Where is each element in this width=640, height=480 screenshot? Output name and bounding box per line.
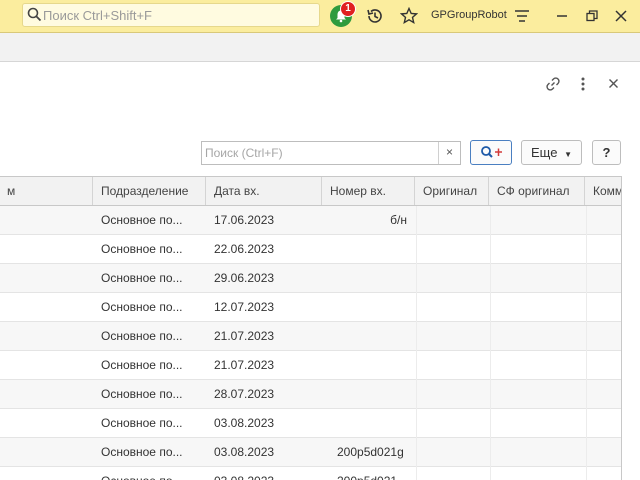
table-row[interactable]: Основное по... 03.08.2023 [0, 409, 621, 438]
star-icon[interactable] [400, 7, 418, 25]
notifications-badge: 1 [340, 1, 356, 17]
cell-number: б/н [390, 213, 407, 227]
cell-date: 29.06.2023 [214, 271, 275, 285]
table-row[interactable]: Основное по... 21.07.2023 [0, 322, 621, 351]
help-button[interactable]: ? [592, 140, 621, 165]
form-close-icon[interactable] [607, 77, 620, 90]
cell-number [323, 264, 407, 292]
cell-number [323, 409, 407, 437]
find-icon [481, 146, 502, 158]
cell-date: 21.07.2023 [214, 329, 275, 343]
cell-date: 22.06.2023 [214, 242, 275, 256]
find-button[interactable] [470, 140, 512, 165]
table-row[interactable]: Основное по... 21.07.2023 [0, 351, 621, 380]
table-row[interactable]: Основное по... 22.06.2023 [0, 235, 621, 264]
table-header: м Подразделение Дата вх. Номер вх. Ориги… [0, 176, 621, 206]
more-button-label: Еще [531, 145, 558, 160]
close-icon[interactable] [614, 9, 628, 23]
cell-date: 28.07.2023 [214, 387, 275, 401]
cell-division: Основное по... [101, 387, 183, 401]
cell-date: 21.07.2023 [214, 358, 275, 372]
cell-division: Основное по... [101, 300, 183, 314]
link-icon[interactable] [545, 76, 561, 92]
column-header[interactable]: м [0, 177, 93, 205]
table-row[interactable]: Основное по... 12.07.2023 [0, 293, 621, 322]
app-topbar: 1 GPGroupRobot [0, 0, 640, 33]
column-divider [586, 206, 587, 480]
list-search[interactable]: × [201, 141, 461, 165]
cell-date: 03.08.2023 [214, 467, 314, 480]
cell-number: 200p5d021g [337, 445, 404, 459]
table-row[interactable]: Основное по... 03.08.2023 200p5d021g [0, 438, 621, 467]
cell-date: 17.06.2023 [214, 213, 275, 227]
cell-date: 03.08.2023 [214, 416, 275, 430]
cell-number [323, 380, 407, 408]
list-search-input[interactable] [205, 144, 435, 162]
cell-division: Основное по... [101, 445, 183, 459]
column-header-original[interactable]: Оригинал [416, 177, 489, 205]
minimize-icon[interactable] [555, 9, 569, 23]
cell-division: Основное по... [101, 242, 183, 256]
column-divider [490, 206, 491, 480]
cell-division: Основное по... [101, 329, 183, 343]
table-row[interactable]: Основное по... 03.08.2023 200p5d021 [0, 467, 621, 480]
global-search-input[interactable] [43, 5, 313, 25]
cell-number [323, 235, 407, 263]
cell-number [323, 322, 407, 350]
user-name[interactable]: GPGroupRobot [431, 9, 507, 21]
cell-division: Основное по... [101, 467, 193, 480]
cell-date: 03.08.2023 [214, 445, 275, 459]
restore-icon[interactable] [585, 9, 599, 23]
table-row[interactable]: Основное по... 29.06.2023 [0, 264, 621, 293]
cell-division: Основное по... [101, 416, 183, 430]
cell-date: 12.07.2023 [214, 300, 275, 314]
global-search[interactable] [22, 3, 320, 27]
column-header-division[interactable]: Подразделение [94, 177, 206, 205]
documents-table: м Подразделение Дата вх. Номер вх. Ориги… [0, 176, 622, 480]
search-icon [27, 7, 42, 22]
column-divider [416, 206, 417, 480]
column-header-number[interactable]: Номер вх. [323, 177, 415, 205]
more-button[interactable]: Еще ▼ [521, 140, 582, 165]
history-icon[interactable] [366, 7, 384, 25]
column-header-date[interactable]: Дата вх. [207, 177, 322, 205]
section-strip [0, 33, 640, 62]
column-header-invoice-original[interactable]: СФ оригинал [490, 177, 585, 205]
cell-division: Основное по... [101, 213, 183, 227]
table-row[interactable]: Основное по... 28.07.2023 [0, 380, 621, 409]
clear-search-button[interactable]: × [438, 142, 460, 164]
menu-icon[interactable] [514, 8, 530, 24]
cell-division: Основное по... [101, 271, 183, 285]
chevron-down-icon: ▼ [564, 150, 572, 159]
cell-number: 200p5d021 [337, 467, 417, 480]
more-vert-icon[interactable] [576, 76, 590, 92]
table-row[interactable]: Основное по... 17.06.2023 б/н [0, 206, 621, 235]
cell-number [323, 293, 407, 321]
cell-number [323, 351, 407, 379]
cell-division: Основное по... [101, 358, 183, 372]
column-header-comment[interactable]: Комм [586, 177, 621, 205]
